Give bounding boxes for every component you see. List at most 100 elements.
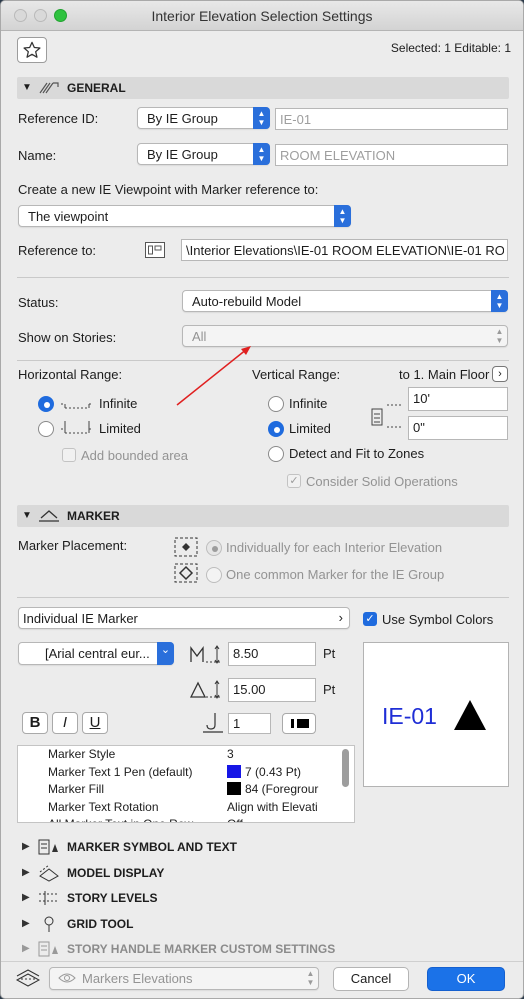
underline-button[interactable]: U [82,712,108,734]
section-marker-symbol-and-text-header[interactable]: ▶ MARKER SYMBOL AND TEXT [17,836,509,858]
expand-triangle-icon[interactable]: ▶ [22,918,30,929]
divider [17,277,509,278]
marker-size-field[interactable]: 15.00 [228,678,316,702]
name-mode-select[interactable]: By IE Group ▲ ▼ [137,143,270,165]
section-story-handle-marker-custom-settings-header[interactable]: ▶ STORY HANDLE MARKER CUSTOM SETTINGS [17,938,509,960]
parameter-name: Marker Text 1 Pen (default) [48,764,193,779]
section-title: MARKER SYMBOL AND TEXT [67,840,238,854]
section-title: STORY LEVELS [67,891,158,905]
vertical-limited-label: Limited [289,421,331,436]
create-viewpoint-select[interactable]: The viewpoint ▲ ▼ [18,205,351,227]
parameter-name: Marker Style [48,747,116,761]
pen-field[interactable]: 1 [228,713,271,734]
parameter-value[interactable]: 84 (Foregrour [227,782,318,796]
reference-to-value: \Interior Elevations\IE-01 ROOM ELEVATIO… [186,243,504,258]
stepper-arrows-icon: ▲ ▼ [253,107,270,129]
horizontal-infinite-radio[interactable] [38,396,54,412]
marker-symbol-icon [37,838,61,856]
chevron-right-icon: › [338,610,343,625]
expand-triangle-icon[interactable]: ▶ [22,892,30,903]
horizontal-limited-radio[interactable] [38,421,54,437]
add-bounded-area-checkbox[interactable] [62,448,76,462]
section-model-display-header[interactable]: ▶ MODEL DISPLAY [17,862,509,884]
common-marker-icon [174,563,198,583]
fill-swatch-icon [291,719,309,728]
text-size-value: 8.50 [233,646,259,661]
parameter-value-text: 3 [227,747,234,761]
bottom-level-field[interactable]: 0" [408,416,508,440]
section-marker-header[interactable]: ▼ MARKER [17,505,509,527]
reference-id-mode-select[interactable]: By IE Group ▲ ▼ [137,107,270,129]
collapse-triangle-icon[interactable]: ▼ [22,510,32,521]
text-size-field[interactable]: 8.50 [228,642,316,666]
vertical-infinite-radio[interactable] [268,396,284,412]
parameter-value[interactable]: 3 [227,747,234,761]
star-icon [23,41,41,58]
consider-solid-operations-checkbox[interactable]: ✓ [287,474,301,488]
parameter-value-text: Off [227,817,243,822]
annotation-arrow-icon [176,346,251,406]
reference-browse-icon[interactable] [144,240,166,260]
font-select[interactable]: [Arial central eur... ⌄ [18,642,174,665]
expand-triangle-icon[interactable]: ▶ [22,867,30,878]
section-marker-title: MARKER [67,509,120,523]
top-level-field[interactable]: 10' [408,387,508,411]
horizontal-range-label: Horizontal Range: [18,367,123,382]
expand-triangle-icon[interactable]: ▶ [22,943,30,954]
italic-button[interactable]: I [52,712,78,734]
parameter-value[interactable]: 7 (0.43 Pt) [227,764,301,779]
marker-placement-label: Marker Placement: [18,538,128,553]
bold-button[interactable]: B [22,712,48,734]
common-marker-radio[interactable] [206,567,222,583]
chevron-right-icon: › [498,368,502,380]
divider [17,360,509,361]
status-select[interactable]: Auto-rebuild Model ▲ ▼ [182,290,508,312]
expand-triangle-icon[interactable]: ▶ [22,841,30,852]
pen-color-swatch [227,764,241,778]
use-symbol-colors-label: Use Symbol Colors [382,612,494,627]
add-bounded-area-label: Add bounded area [81,448,188,463]
show-on-stories-label: Show on Stories: [18,330,117,345]
favorites-button[interactable] [17,37,47,63]
use-symbol-colors-checkbox[interactable]: ✓ [363,612,377,626]
ok-button[interactable]: OK [427,967,505,991]
parameter-value[interactable]: Off [227,817,243,822]
layer-select[interactable]: Markers Elevations ▲ ▼ [49,967,319,990]
section-general-header[interactable]: ▼ GENERAL [17,77,509,99]
name-field[interactable]: ROOM ELEVATION [275,144,508,166]
pen-color-swatch [227,782,241,795]
create-viewpoint-value: The viewpoint [28,209,109,224]
story-next-button[interactable]: › [492,366,508,382]
section-grid-tool-header[interactable]: ▶ GRID TOOL [17,913,509,935]
to-story-label: to 1. Main Floor [399,367,490,382]
limited-range-icon [61,421,93,434]
collapse-triangle-icon[interactable]: ▼ [22,82,32,93]
marker-parameters-list[interactable]: Marker Style 3 Marker Text 1 Pen (default)… [17,745,355,823]
story-levels-icon [37,889,61,907]
reference-id-field[interactable]: IE-01 [275,108,508,130]
section-general-title: GENERAL [67,81,126,95]
vertical-limited-radio[interactable] [268,421,284,437]
dialog-window: Interior Elevation Selection Settings Se… [0,0,524,999]
section-story-levels-header[interactable]: ▶ STORY LEVELS [17,887,509,909]
parameter-value[interactable]: Align with Elevati [227,800,318,814]
text-size-unit: Pt [323,646,336,661]
vertical-range-label: Vertical Range: [252,367,341,382]
cancel-button[interactable]: Cancel [333,967,409,991]
text-size-icon [190,645,221,664]
parameter-value-text: Align with Elevati [227,799,318,814]
stepper-arrows-icon: ▲ ▼ [253,143,270,165]
marker-type-select[interactable]: Individual IE Marker › [18,607,350,629]
vertical-infinite-label: Infinite [289,396,328,411]
reference-to-field[interactable]: \Interior Elevations\IE-01 ROOM ELEVATIO… [181,239,508,261]
list-scrollbar-thumb[interactable] [342,749,349,787]
background-fill-button[interactable] [282,713,316,734]
section-title: GRID TOOL [67,916,134,931]
name-value: ROOM ELEVATION [280,148,396,163]
pen-icon [203,713,223,733]
triangle-marker-icon [454,700,486,730]
marker-size-unit: Pt [323,682,336,697]
individual-marker-radio[interactable] [206,540,222,556]
create-viewpoint-label: Create a new IE Viewpoint with Marker re… [18,182,319,197]
detect-fit-zones-radio[interactable] [268,446,284,462]
